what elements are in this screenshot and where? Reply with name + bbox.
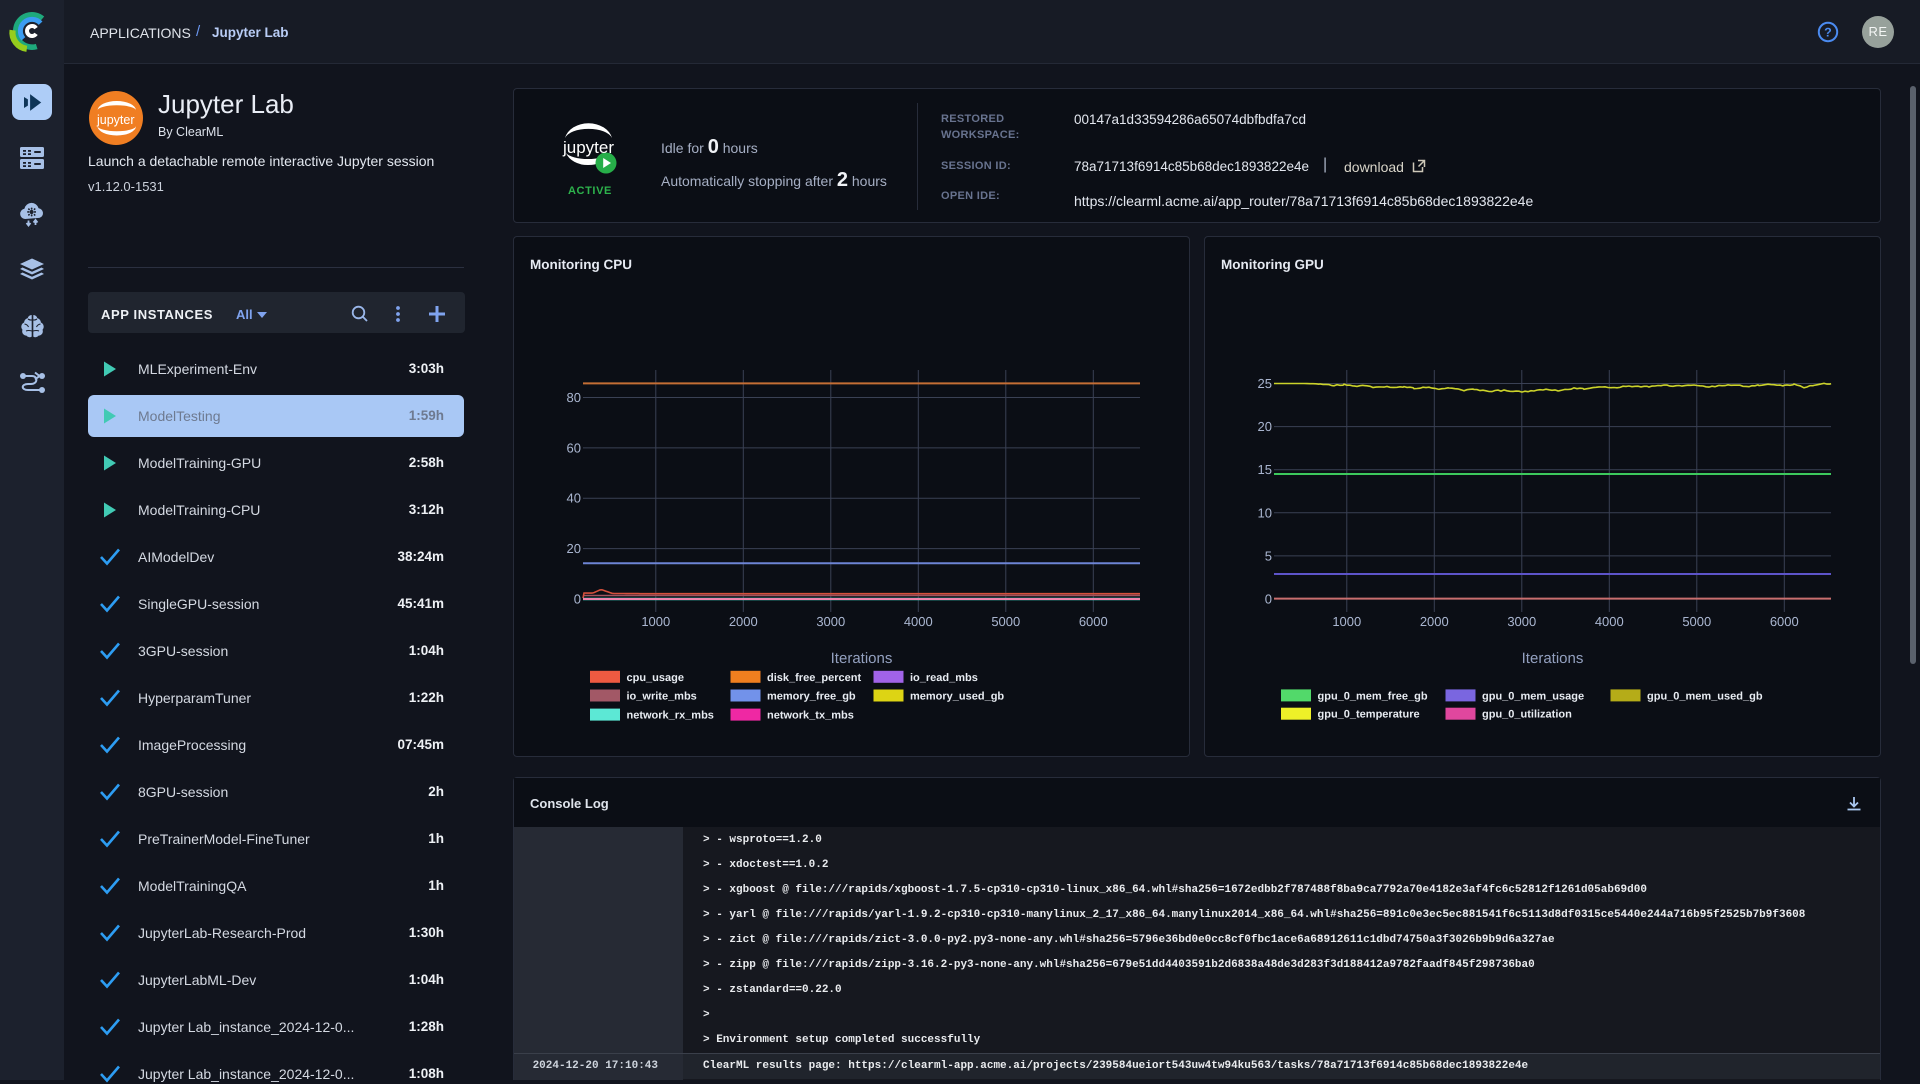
svg-text:1000: 1000: [1332, 614, 1361, 629]
svg-text:disk_free_percent: disk_free_percent: [767, 672, 861, 684]
svg-text:memory_free_gb: memory_free_gb: [767, 691, 856, 703]
svg-text:network_rx_mbs: network_rx_mbs: [627, 710, 714, 722]
svg-text:4000: 4000: [904, 614, 933, 629]
svg-text:3000: 3000: [816, 614, 845, 629]
svg-text:80: 80: [567, 390, 581, 405]
svg-text:2000: 2000: [729, 614, 758, 629]
svg-text:1000: 1000: [641, 614, 670, 629]
svg-text:60: 60: [567, 440, 581, 455]
svg-text:20: 20: [1258, 419, 1272, 434]
svg-text:5000: 5000: [1682, 614, 1711, 629]
svg-text:gpu_0_mem_usage: gpu_0_mem_usage: [1482, 690, 1584, 702]
svg-text:0: 0: [1265, 592, 1272, 607]
svg-text:Iterations: Iterations: [831, 650, 893, 667]
svg-text:3000: 3000: [1507, 614, 1536, 629]
svg-text:5000: 5000: [991, 614, 1020, 629]
svg-text:40: 40: [567, 491, 581, 506]
svg-text:Monitoring GPU: Monitoring GPU: [1221, 257, 1324, 272]
svg-text:5: 5: [1265, 548, 1272, 563]
svg-text:0: 0: [574, 592, 581, 607]
svg-text:6000: 6000: [1079, 614, 1108, 629]
svg-text:15: 15: [1258, 462, 1272, 477]
svg-text:gpu_0_temperature: gpu_0_temperature: [1318, 709, 1420, 721]
svg-text:25: 25: [1258, 376, 1272, 391]
svg-text:?: ?: [1824, 26, 1832, 40]
svg-text:cpu_usage: cpu_usage: [627, 672, 684, 684]
svg-text:gpu_0_mem_used_gb: gpu_0_mem_used_gb: [1647, 690, 1763, 702]
svg-text:io_write_mbs: io_write_mbs: [627, 691, 697, 703]
svg-text:gpu_0_mem_free_gb: gpu_0_mem_free_gb: [1318, 690, 1428, 702]
svg-text:Monitoring CPU: Monitoring CPU: [530, 257, 632, 272]
svg-text:2000: 2000: [1420, 614, 1449, 629]
svg-text:memory_used_gb: memory_used_gb: [910, 691, 1004, 703]
svg-text:6000: 6000: [1770, 614, 1799, 629]
svg-text:Iterations: Iterations: [1522, 650, 1584, 667]
svg-text:4000: 4000: [1595, 614, 1624, 629]
svg-text:gpu_0_utilization: gpu_0_utilization: [1482, 709, 1572, 721]
svg-text:network_tx_mbs: network_tx_mbs: [767, 710, 854, 722]
svg-text:io_read_mbs: io_read_mbs: [910, 672, 978, 684]
svg-text:20: 20: [567, 541, 581, 556]
svg-text:10: 10: [1258, 505, 1272, 520]
